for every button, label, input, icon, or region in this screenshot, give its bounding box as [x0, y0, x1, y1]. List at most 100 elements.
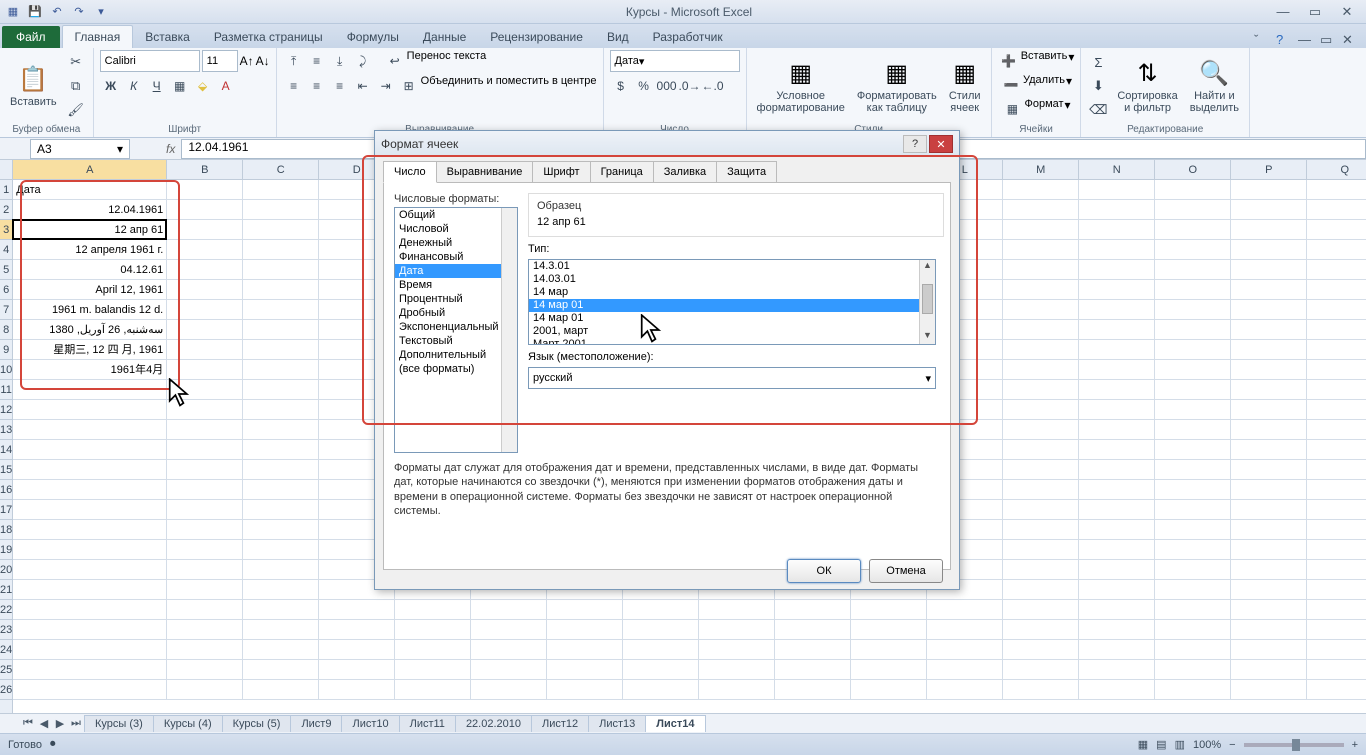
cell[interactable] [1231, 540, 1307, 560]
type-item[interactable]: 14.3.01 [529, 260, 935, 273]
cell[interactable]: 12 апр 61 [13, 220, 167, 240]
cell[interactable] [167, 200, 243, 220]
cell[interactable] [243, 520, 319, 540]
cell[interactable] [1155, 200, 1231, 220]
cell[interactable] [319, 640, 395, 660]
cell[interactable] [1155, 320, 1231, 340]
cell[interactable] [1155, 180, 1231, 200]
fill-color-icon[interactable]: ⬙ [192, 75, 214, 97]
cell[interactable] [167, 520, 243, 540]
category-item[interactable]: Общий [395, 208, 517, 222]
dropdown-icon[interactable]: ▾ [1065, 98, 1071, 120]
comma-icon[interactable]: 000 [656, 75, 678, 97]
cell[interactable] [1003, 500, 1079, 520]
mdi-close-icon[interactable]: ✕ [1342, 32, 1358, 48]
sheet-nav-last-icon[interactable]: ⏭ [68, 716, 84, 732]
cell[interactable]: 04.12.61 [13, 260, 167, 280]
cell[interactable] [1307, 320, 1366, 340]
row-header[interactable]: 12 [0, 400, 12, 420]
cell[interactable] [13, 680, 167, 700]
cell[interactable] [623, 660, 699, 680]
align-center-icon[interactable]: ≡ [306, 75, 328, 97]
save-icon[interactable]: 💾 [26, 3, 44, 21]
fill-icon[interactable]: ⬇ [1087, 75, 1109, 97]
cell[interactable] [1307, 380, 1366, 400]
cell[interactable] [13, 660, 167, 680]
cell[interactable] [1307, 500, 1366, 520]
cell[interactable] [471, 680, 547, 700]
font-color-icon[interactable]: A [215, 75, 237, 97]
cell[interactable] [1155, 440, 1231, 460]
cell[interactable] [851, 660, 927, 680]
cell[interactable] [1003, 580, 1079, 600]
align-bottom-icon[interactable]: ⤓ [329, 50, 351, 72]
row-header[interactable]: 6 [0, 280, 12, 300]
cell[interactable] [1231, 400, 1307, 420]
cell[interactable] [1003, 560, 1079, 580]
cell[interactable]: 1961年4月 [13, 360, 167, 380]
cell[interactable] [1307, 620, 1366, 640]
cell[interactable] [167, 240, 243, 260]
cell[interactable] [1079, 660, 1155, 680]
cell[interactable] [243, 460, 319, 480]
dropdown-icon[interactable]: ▾ [1066, 74, 1072, 96]
cell[interactable] [1231, 380, 1307, 400]
cell[interactable] [1231, 200, 1307, 220]
cell[interactable] [1307, 680, 1366, 700]
cell[interactable] [243, 620, 319, 640]
type-item[interactable]: Март 2001 [529, 338, 935, 345]
cell[interactable] [319, 620, 395, 640]
scroll-thumb[interactable] [922, 284, 933, 314]
cell[interactable] [623, 600, 699, 620]
macro-record-icon[interactable]: ⏺ [50, 738, 56, 751]
format-painter-icon[interactable]: 🖌 [65, 99, 87, 121]
dialog-close-button[interactable]: ✕ [929, 135, 953, 153]
cell[interactable] [775, 620, 851, 640]
cell[interactable] [167, 280, 243, 300]
tab-formulas[interactable]: Формулы [335, 26, 411, 48]
row-header[interactable]: 1 [0, 180, 12, 200]
cell[interactable] [1231, 300, 1307, 320]
zoom-out-icon[interactable]: − [1229, 739, 1235, 751]
sheet-tab[interactable]: Курсы (5) [222, 715, 292, 732]
cell[interactable] [1307, 640, 1366, 660]
cell[interactable] [243, 500, 319, 520]
format-as-table-button[interactable]: ▦Форматировать как таблицу [853, 56, 941, 116]
cell[interactable] [1003, 480, 1079, 500]
cell[interactable] [243, 600, 319, 620]
cell[interactable] [1155, 220, 1231, 240]
type-item[interactable]: 14 мар 01 [529, 299, 935, 312]
dialog-tab[interactable]: Заливка [653, 161, 717, 183]
paste-button[interactable]: 📋 Вставить [6, 62, 61, 110]
cell[interactable] [167, 680, 243, 700]
percent-icon[interactable]: % [633, 75, 655, 97]
cell[interactable] [1079, 560, 1155, 580]
tab-page-layout[interactable]: Разметка страницы [202, 26, 335, 48]
category-list[interactable]: ОбщийЧисловойДенежныйФинансовыйДатаВремя… [394, 207, 518, 453]
row-header[interactable]: 18 [0, 520, 12, 540]
cell[interactable] [1155, 340, 1231, 360]
sheet-tab[interactable]: Лист9 [290, 715, 342, 732]
cell[interactable] [167, 400, 243, 420]
cell[interactable] [1079, 300, 1155, 320]
cell[interactable] [851, 600, 927, 620]
ok-button[interactable]: ОК [787, 559, 861, 583]
cell[interactable] [1155, 600, 1231, 620]
row-header[interactable]: 25 [0, 660, 12, 680]
cell[interactable] [243, 540, 319, 560]
cell[interactable] [775, 660, 851, 680]
column-header[interactable]: N [1079, 160, 1155, 179]
cell[interactable] [1079, 320, 1155, 340]
sheet-nav-prev-icon[interactable]: ◀ [36, 716, 52, 732]
row-header[interactable]: 11 [0, 380, 12, 400]
cell[interactable] [1003, 320, 1079, 340]
cell[interactable] [851, 640, 927, 660]
cell[interactable] [167, 660, 243, 680]
cell[interactable] [243, 340, 319, 360]
merge-icon[interactable]: ⊞ [398, 75, 420, 97]
row-header[interactable]: 9 [0, 340, 12, 360]
category-item[interactable]: Время [395, 278, 517, 292]
sheet-tab[interactable]: Лист12 [531, 715, 589, 732]
cell[interactable] [1231, 260, 1307, 280]
cell[interactable] [243, 320, 319, 340]
